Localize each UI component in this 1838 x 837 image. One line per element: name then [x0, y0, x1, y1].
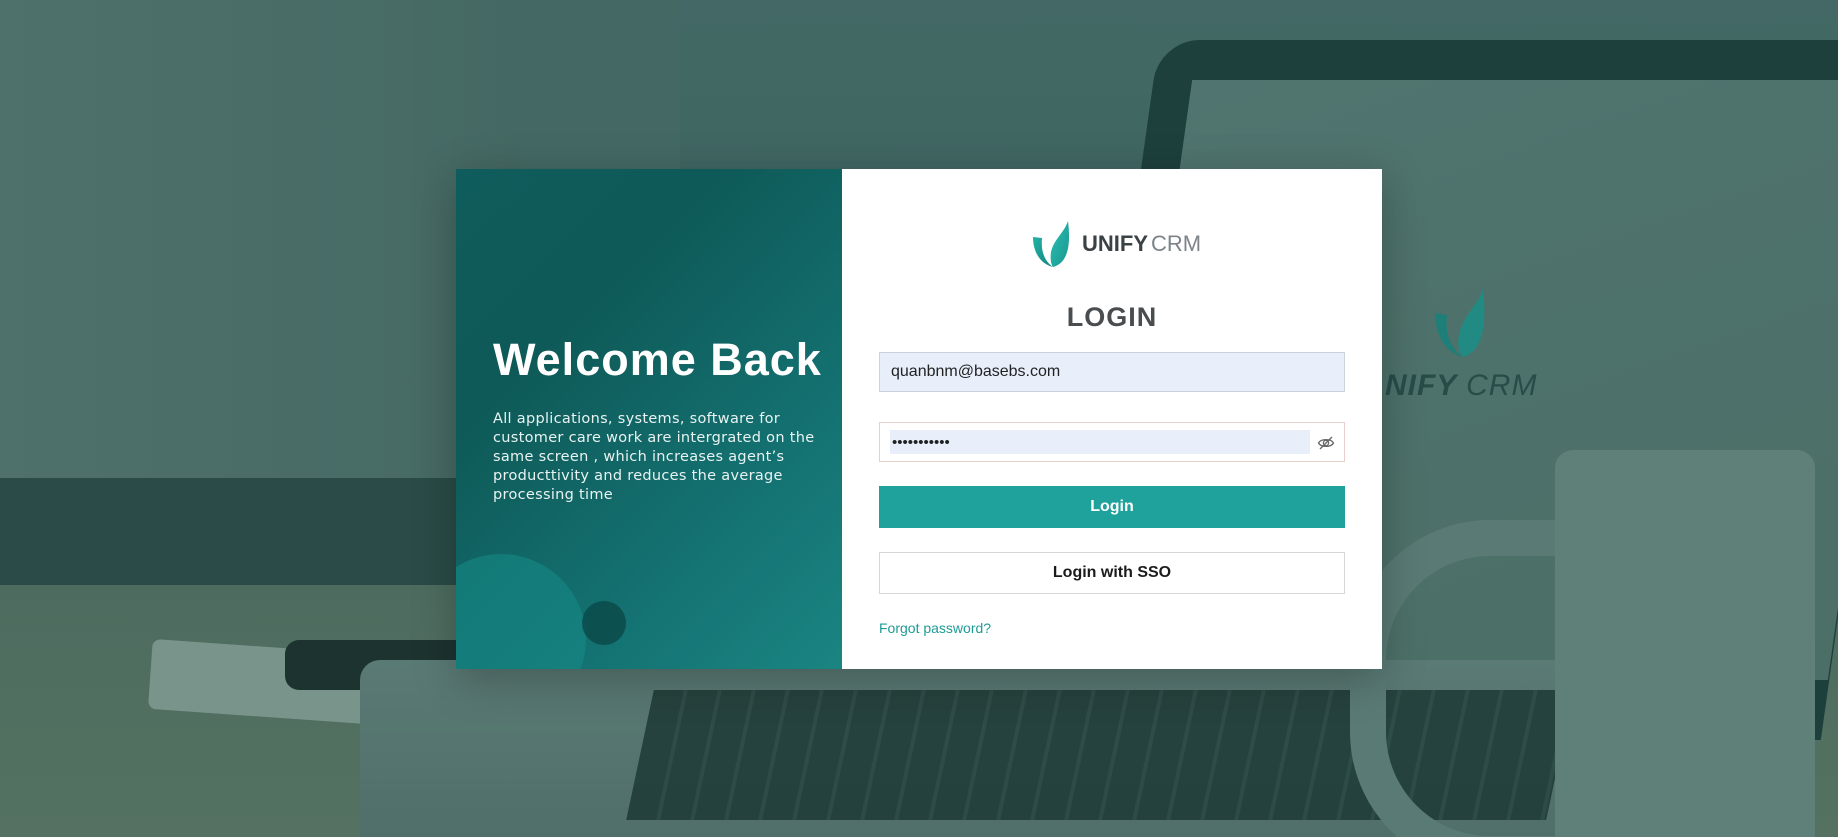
login-panel: UNIFYCRM LOGIN Login Login with SSO Forg… — [842, 169, 1382, 669]
brand-logo: UNIFY CRM — [1032, 219, 1201, 269]
login-with-sso-button[interactable]: Login with SSO — [879, 552, 1345, 594]
forgot-password-link[interactable]: Forgot password? — [879, 620, 991, 636]
email-field[interactable] — [879, 352, 1345, 392]
login-card: Welcome Back All applications, systems, … — [456, 169, 1382, 669]
welcome-title: Welcome Back — [493, 334, 822, 385]
brand-name-bold: UNIFY — [1082, 231, 1148, 256]
login-button[interactable]: Login — [879, 486, 1345, 528]
brand-name: UNIFY CRM — [1082, 231, 1201, 257]
login-heading: LOGIN — [1066, 302, 1158, 332]
brand-name-light: CRM — [1151, 231, 1202, 256]
password-input[interactable] — [890, 430, 1310, 454]
eye-slash-icon[interactable] — [1317, 434, 1335, 452]
decorative-circle-small — [582, 601, 626, 645]
leaf-logo-icon — [1033, 221, 1070, 267]
password-field[interactable] — [879, 422, 1345, 462]
welcome-panel: Welcome Back All applications, systems, … — [456, 169, 842, 669]
decorative-circle-large — [456, 554, 586, 669]
welcome-description: All applications, systems, software for … — [493, 411, 815, 503]
